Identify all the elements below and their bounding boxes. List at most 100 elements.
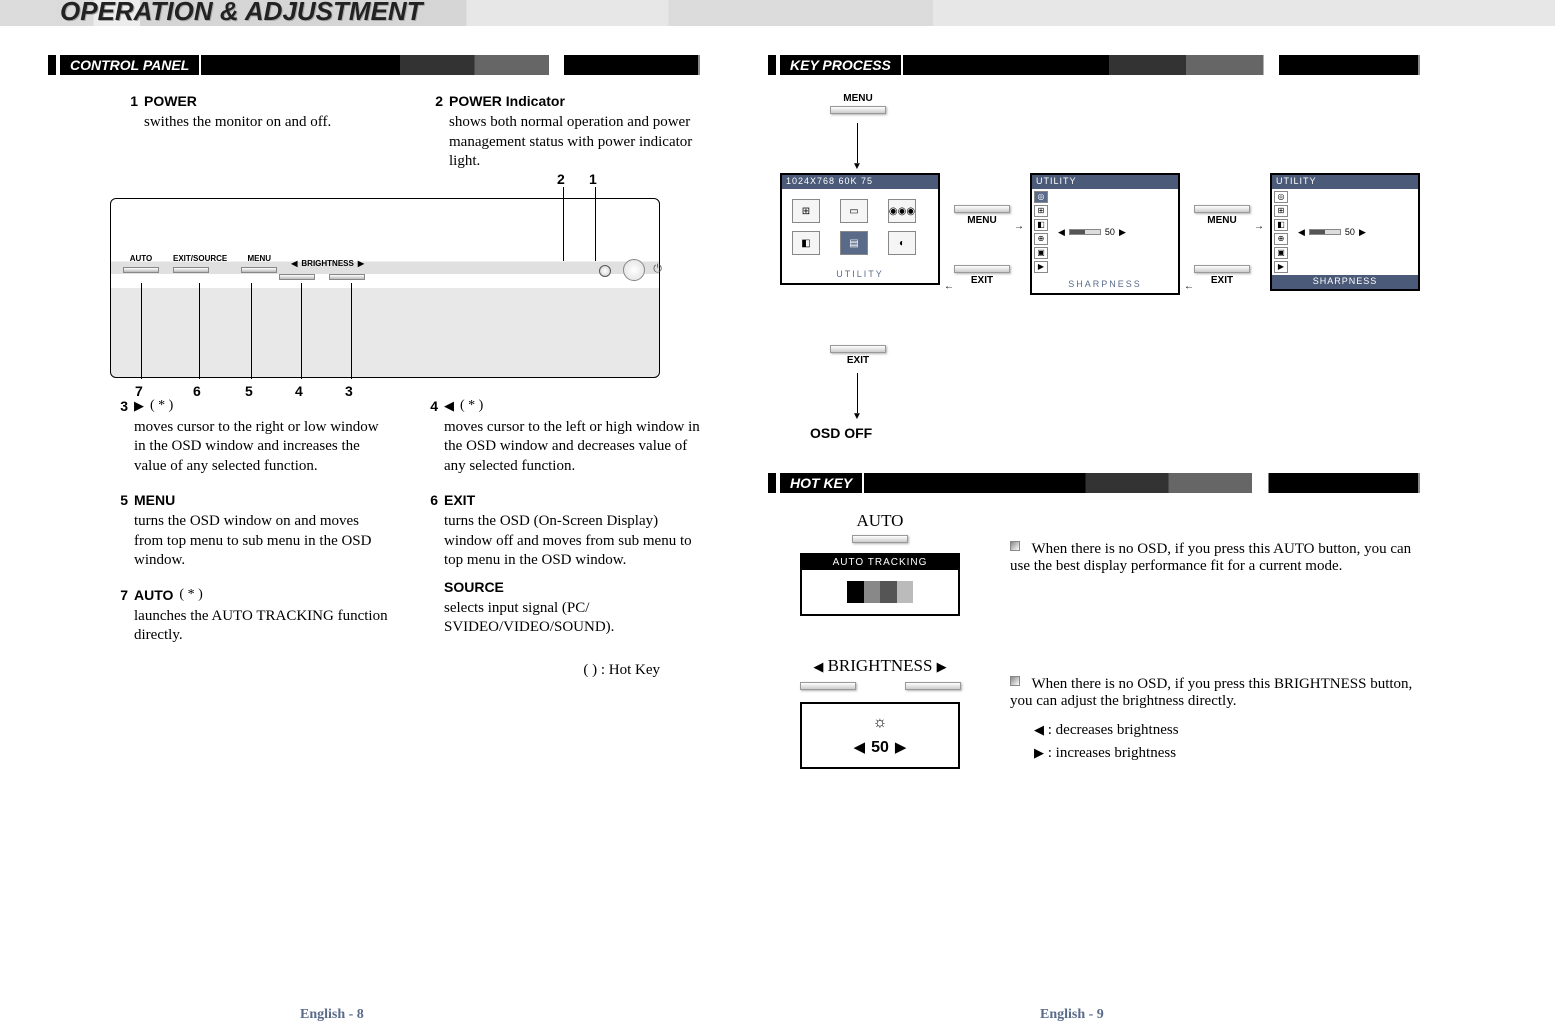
flow-exit-mid: EXIT xyxy=(952,275,1012,286)
osd-main-footer: UTILITY xyxy=(782,265,938,283)
flow-button[interactable] xyxy=(1194,205,1250,213)
page-number-left: English - 8 xyxy=(300,1007,364,1023)
item-desc-5: turns the OSD window on and moves from t… xyxy=(134,512,390,571)
panel-exit-label: EXIT/SOURCE xyxy=(173,254,227,263)
osd-side-icon: ◧ xyxy=(1034,219,1048,231)
right-triangle-icon: ▶ xyxy=(937,659,947,674)
osd-side-icon: ⊕ xyxy=(1274,233,1288,245)
hotkey-auto-label: AUTO xyxy=(780,511,980,531)
slider-right-icon: ▶ xyxy=(1119,227,1126,238)
section-tail xyxy=(903,55,1420,75)
section-tail xyxy=(864,473,1420,493)
item-num-4: 4 xyxy=(420,398,438,414)
page-number-right: English - 9 xyxy=(1040,1007,1104,1023)
hotkey-footnote: ( ) : Hot Key xyxy=(60,662,660,679)
callout-1: 1 xyxy=(589,171,597,187)
left-triangle-icon: ◀ xyxy=(444,398,454,414)
callout-3: 3 xyxy=(345,383,353,399)
item-num-1: 1 xyxy=(120,93,138,109)
osd-side-icon: ▶ xyxy=(1274,261,1288,273)
item-num-7: 7 xyxy=(110,587,128,603)
slider-left-icon: ◀ xyxy=(1058,227,1065,238)
callout-6: 6 xyxy=(193,383,201,399)
page-title: OPERATION & ADJUSTMENT xyxy=(60,0,423,27)
flow-button[interactable] xyxy=(1194,265,1250,273)
brightness-inc-button[interactable] xyxy=(905,682,961,690)
osd-side-icon: ⊕ xyxy=(1034,233,1048,245)
slider-right-icon: ▶ xyxy=(895,738,907,757)
panel-brightness-right-button[interactable] xyxy=(329,274,365,280)
osd-icon-selected: ▤ xyxy=(840,231,868,255)
osd-off-label: OSD OFF xyxy=(810,425,872,441)
panel-menu-button[interactable] xyxy=(241,267,277,273)
item-desc-3: moves cursor to the right or low window … xyxy=(134,418,390,477)
item-num-6: 6 xyxy=(420,492,438,508)
auto-tracking-title: AUTO TRACKING xyxy=(802,555,958,570)
flow-menu-right: MENU xyxy=(1192,215,1252,226)
auto-hotkey-button[interactable] xyxy=(852,535,908,543)
flow-button[interactable] xyxy=(830,106,886,114)
key-process-flow: MENU ▼ 1024X768 60K 75 ⊞ ▭ ◉◉◉ ◧ ▤ ◐ UTI… xyxy=(780,93,1420,453)
section-control-panel: CONTROL PANEL xyxy=(60,55,700,75)
section-tail xyxy=(201,55,700,75)
panel-menu-label: MENU xyxy=(247,254,271,263)
panel-auto-button[interactable] xyxy=(123,267,159,273)
osd-main-title: 1024X768 60K 75 xyxy=(782,175,938,189)
arrow-down-icon: ▼ xyxy=(852,161,862,172)
item-title-2: POWER Indicator xyxy=(449,93,565,109)
item-desc-7: launches the AUTO TRACKING function dire… xyxy=(134,607,390,646)
item-title-6b: SOURCE xyxy=(444,579,700,595)
star-note-3: ( * ) xyxy=(150,398,173,414)
slider-value-2: 50 xyxy=(1345,227,1355,237)
item-title-7: AUTO xyxy=(134,587,173,603)
arrow-line xyxy=(857,123,858,163)
panel-exit-button[interactable] xyxy=(173,267,209,273)
left-triangle-icon: ◀ xyxy=(1034,722,1044,737)
slider-value: 50 xyxy=(1105,227,1115,237)
osd-side-icon: ◎ xyxy=(1274,191,1288,203)
section-label: KEY PROCESS xyxy=(780,55,901,75)
brightness-dec-button[interactable] xyxy=(800,682,856,690)
item-desc-1: swithes the monitor on and off. xyxy=(144,113,395,133)
osd-side-icon: ⊞ xyxy=(1274,205,1288,217)
bullet-icon xyxy=(1010,541,1020,551)
callout-4: 4 xyxy=(295,383,303,399)
item-desc-2: shows both normal operation and power ma… xyxy=(449,113,700,172)
brightness-left-icon: ◀ xyxy=(291,259,297,268)
hotkey-brightness-label: BRIGHTNESS xyxy=(828,656,933,675)
item-num-5: 5 xyxy=(110,492,128,508)
flow-button[interactable] xyxy=(830,345,886,353)
osd-utility-title-2: UTILITY xyxy=(1272,175,1418,189)
brightness-value: 50 xyxy=(871,739,889,757)
auto-hotkey-desc: When there is no OSD, if you press this … xyxy=(1010,541,1411,574)
sun-icon: ☼ xyxy=(812,714,948,732)
slider-left-icon: ◀ xyxy=(1298,227,1305,238)
osd-side-icon: ◎ xyxy=(1034,191,1048,203)
auto-tracking-box: AUTO TRACKING xyxy=(800,553,960,616)
arrow-down-icon: ▼ xyxy=(852,411,862,422)
osd-slider[interactable] xyxy=(1309,229,1341,235)
callout-2: 2 xyxy=(557,171,565,187)
slider-left-icon: ◀ xyxy=(854,738,866,757)
item-desc-4: moves cursor to the left or high window … xyxy=(444,418,700,477)
osd-icon: ◧ xyxy=(792,231,820,255)
power-indicator-led xyxy=(599,265,611,277)
flow-button[interactable] xyxy=(954,265,1010,273)
osd-slider[interactable] xyxy=(1069,229,1101,235)
arrow-line xyxy=(857,373,858,413)
inc-brightness-text: : increases brightness xyxy=(1048,745,1176,761)
dec-brightness-text: : decreases brightness xyxy=(1048,722,1179,738)
osd-utility-window: UTILITY ◎ ⊞ ◧ ⊕ ▣ ▶ ◀ 50 ▶ SHARPNESS xyxy=(1030,173,1180,295)
osd-icon: ◉◉◉ xyxy=(888,199,916,223)
arrow-right-icon: → xyxy=(1014,221,1024,232)
panel-brightness-left-button[interactable] xyxy=(279,274,315,280)
flow-menu-mid: MENU xyxy=(952,215,1012,226)
osd-side-icon: ⊞ xyxy=(1034,205,1048,217)
section-key-process: KEY PROCESS xyxy=(780,55,1420,75)
flow-button[interactable] xyxy=(954,205,1010,213)
star-note-4: ( * ) xyxy=(460,398,483,414)
star-note-7: ( * ) xyxy=(179,587,202,603)
item-num-3: 3 xyxy=(110,398,128,414)
power-button[interactable] xyxy=(623,259,645,281)
osd-icon: ⊞ xyxy=(792,199,820,223)
